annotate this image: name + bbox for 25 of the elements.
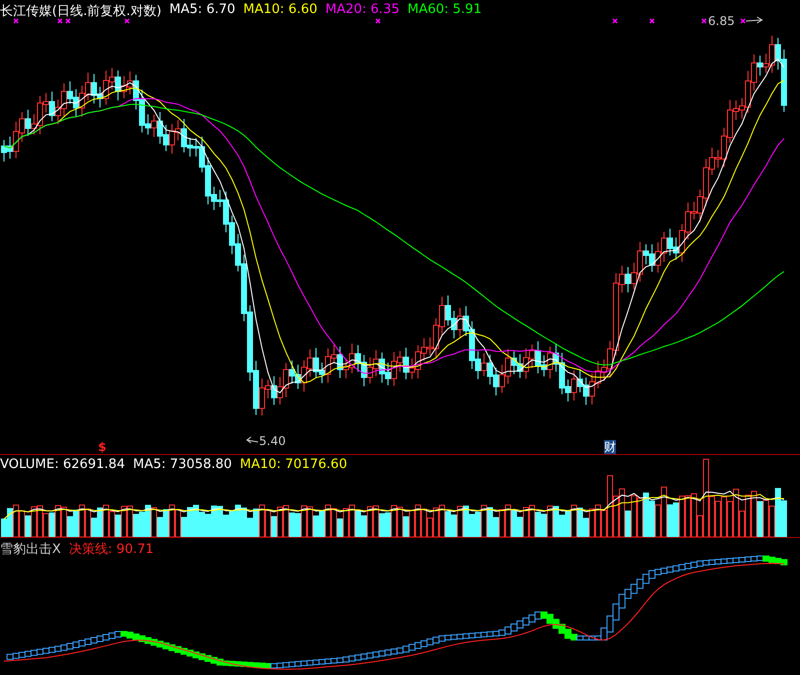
cross-marker-icon (124, 18, 130, 24)
arrow-icon (746, 16, 763, 24)
volume-legend: VOLUME: 62691.84 (0, 457, 125, 472)
arrow-icon (246, 436, 258, 444)
ma-legend: MA10: 6.60 (243, 2, 318, 20)
high-price-label: 6.85 (708, 14, 735, 28)
cross-marker-icon (649, 18, 655, 24)
cross-marker-icon (701, 18, 707, 24)
cross-marker-icon (57, 18, 63, 24)
volume-legend: MA10: 70176.60 (240, 457, 348, 472)
dollar-marker: $ (98, 440, 106, 454)
cross-marker-icon (375, 18, 381, 24)
ma-legend: MA60: 5.91 (407, 2, 482, 20)
ma-legend: MA5: 6.70 (169, 2, 236, 20)
low-price-label: 5.40 (259, 434, 286, 448)
finance-marker: 财 (604, 440, 616, 454)
stock-title: 长江传媒(日线.前复权.对数) (0, 3, 162, 20)
cross-marker-icon (740, 18, 746, 24)
cross-marker-icon (65, 18, 71, 24)
cross-marker-icon (13, 18, 19, 24)
indicator-title: 雪豹出击X (0, 541, 61, 558)
ma-legend: MA20: 6.35 (325, 2, 400, 20)
volume-legend: MA5: 73058.80 (132, 457, 232, 472)
indicator-legend: 决策线: 90.71 (68, 540, 154, 558)
cross-marker-icon (612, 18, 618, 24)
